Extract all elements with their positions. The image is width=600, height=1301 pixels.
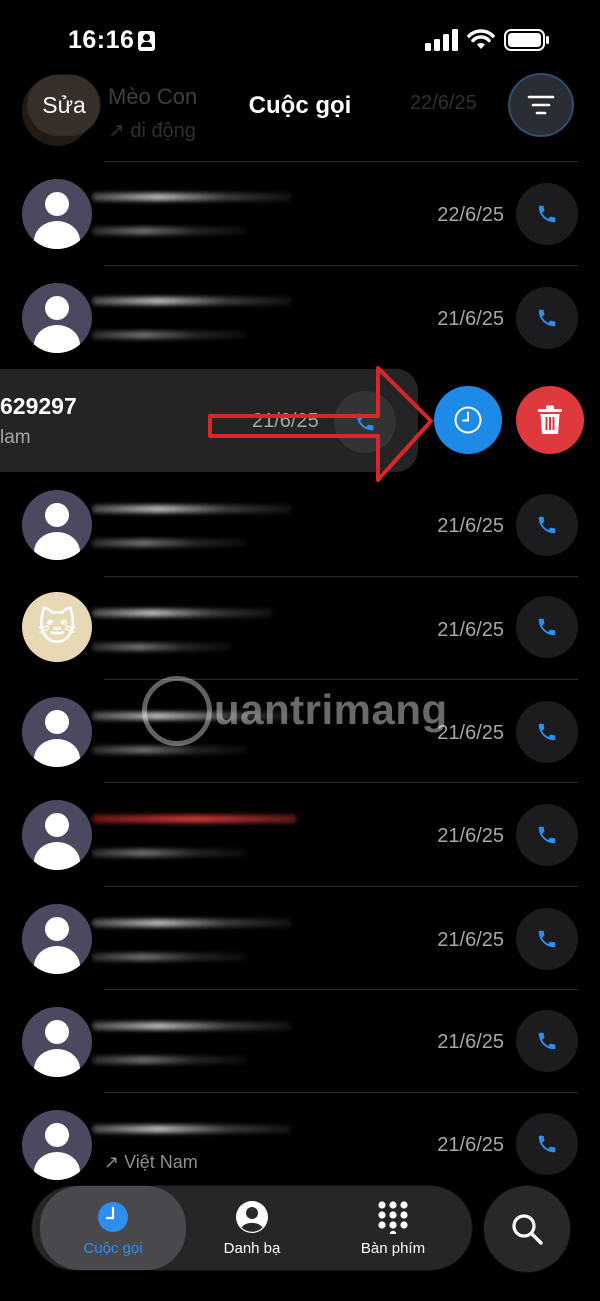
tab-label: Bàn phím (360, 1239, 426, 1257)
history-action-button[interactable] (434, 386, 502, 454)
call-date: 21/6/25 (437, 929, 504, 951)
avatar (22, 904, 92, 974)
call-row[interactable]: 21/6/25 (0, 266, 600, 369)
hidden-subtitle (92, 746, 247, 754)
call-row[interactable]: 🐱 21/6/25 (0, 577, 600, 680)
hidden-name (92, 919, 292, 927)
tab-calls[interactable]: Cuộc gọi (40, 1186, 186, 1270)
phone-number: 629297 (0, 393, 77, 419)
hidden-subtitle (92, 953, 247, 961)
phone-icon (538, 1135, 556, 1153)
hidden-name (92, 505, 292, 513)
call-button[interactable] (516, 183, 578, 245)
status-time: 16:16 (68, 26, 135, 54)
call-row[interactable]: 22/6/25 (0, 162, 600, 265)
filter-icon (527, 95, 555, 115)
call-button[interactable] (516, 596, 578, 658)
hidden-name (92, 815, 297, 823)
call-button[interactable] (516, 1113, 578, 1175)
avatar (22, 1007, 92, 1077)
phone-icon (538, 930, 556, 948)
phone-icon (538, 309, 556, 327)
call-row[interactable]: 21/6/25 (0, 783, 600, 886)
avatar (22, 800, 92, 870)
trash-icon (538, 405, 562, 434)
search-button[interactable] (484, 1186, 570, 1272)
tab-label: Danh bạ (223, 1239, 281, 1257)
clock-icon (98, 1201, 128, 1232)
hidden-subtitle (92, 1056, 247, 1064)
call-button[interactable] (516, 804, 578, 866)
hidden-name (92, 193, 292, 201)
tab-label: Cuộc gọi (83, 1239, 143, 1257)
battery-icon (504, 29, 549, 51)
hidden-name (92, 1022, 292, 1030)
phone-icon (538, 826, 556, 844)
avatar (22, 1110, 92, 1180)
hidden-name (92, 297, 292, 305)
phone-icon (538, 205, 556, 223)
edit-button[interactable]: Sửa (28, 75, 100, 135)
call-type: ↗ di động (108, 120, 196, 142)
call-row[interactable]: 21/6/25 (0, 990, 600, 1093)
contact-name: Mèo Con (108, 84, 198, 109)
call-row[interactable]: 21/6/25 (0, 473, 600, 576)
filter-button[interactable] (510, 75, 572, 135)
call-date: 21/6/25 (437, 308, 504, 330)
call-date: 21/6/25 (437, 722, 504, 744)
call-button[interactable] (516, 494, 578, 556)
swiped-call-row[interactable]: 629297 lam 21/6/25 (0, 369, 418, 472)
phone-icon (538, 516, 556, 534)
hidden-name (92, 712, 292, 720)
keypad-icon (378, 1200, 408, 1234)
hidden-subtitle (92, 849, 247, 857)
tab-bar: Cuộc gọi Danh bạ Bàn phím (32, 1186, 472, 1270)
call-button[interactable] (516, 908, 578, 970)
call-subtitle: ↗ Việt Nam (104, 1152, 198, 1172)
phone-icon (538, 1032, 556, 1050)
call-date: 21/6/25 (437, 515, 504, 537)
hidden-subtitle (92, 643, 232, 651)
wifi-icon (467, 29, 495, 49)
call-date: 21/6/25 (437, 1134, 504, 1156)
cellular-signal-icon (425, 29, 458, 51)
tab-contacts[interactable]: Danh bạ (192, 1186, 312, 1270)
call-row[interactable]: 21/6/25 (0, 887, 600, 990)
call-date: 22/6/25 (437, 204, 504, 226)
avatar (22, 283, 92, 353)
call-date: 21/6/25 (437, 619, 504, 641)
hidden-name (92, 1125, 292, 1133)
call-button[interactable] (516, 287, 578, 349)
call-date: 22/6/25 (410, 92, 477, 114)
hidden-name (92, 609, 272, 617)
phone-icon (538, 618, 556, 636)
page-title: Cuộc gọi (248, 92, 352, 119)
tab-keypad[interactable]: Bàn phím (328, 1186, 458, 1270)
person-circle-icon (236, 1200, 268, 1233)
call-date: 21/6/25 (252, 410, 319, 432)
call-button[interactable] (334, 391, 396, 453)
call-button[interactable] (516, 701, 578, 763)
call-row[interactable]: 21/6/25 (0, 1093, 600, 1196)
call-subtitle: lam (0, 427, 31, 448)
clock-icon (454, 406, 482, 434)
search-icon (512, 1214, 543, 1245)
avatar (22, 490, 92, 560)
status-bar: 16:16 (0, 0, 600, 82)
call-date: 21/6/25 (437, 1031, 504, 1053)
phone-icon (538, 723, 556, 741)
delete-action-button[interactable] (516, 386, 584, 454)
cat-avatar: 🐱 (22, 592, 92, 662)
phone-icon (356, 413, 374, 431)
avatar (22, 179, 92, 249)
avatar (22, 697, 92, 767)
call-date: 21/6/25 (437, 825, 504, 847)
contact-card-icon (138, 31, 155, 51)
hidden-subtitle (92, 331, 247, 339)
call-row[interactable]: 21/6/25 (0, 680, 600, 783)
hidden-subtitle (92, 227, 247, 235)
hidden-subtitle (92, 539, 247, 547)
call-button[interactable] (516, 1010, 578, 1072)
